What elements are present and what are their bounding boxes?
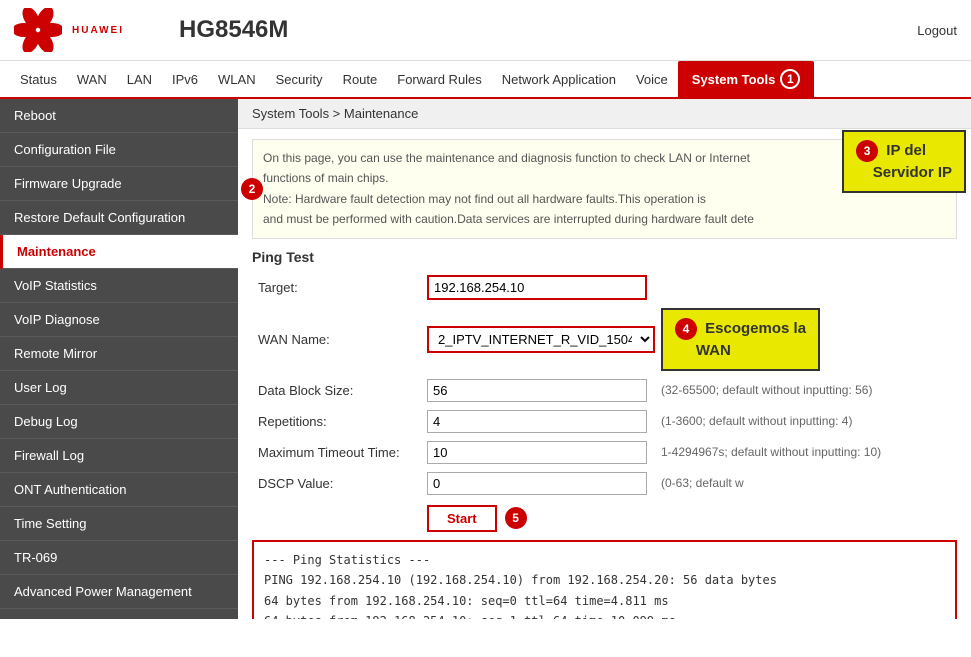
- target-label: Target:: [252, 271, 427, 304]
- data-block-input[interactable]: [427, 379, 647, 402]
- nav-item-wlan[interactable]: WLAN: [208, 64, 266, 95]
- notice-box: 2 On this page, you can use the maintena…: [252, 139, 957, 239]
- sidebar-item-voip-diagnose[interactable]: VoIP Diagnose: [0, 303, 238, 337]
- logo-area: HUAWEI: [14, 8, 169, 52]
- nav-item-security[interactable]: Security: [266, 64, 333, 95]
- wan-name-label: WAN Name:: [252, 304, 427, 375]
- data-block-hint: (32-65500; default without inputting: 56…: [655, 375, 887, 406]
- nav-item-lan[interactable]: LAN: [117, 64, 162, 95]
- timeout-hint: 1-4294967s; default without inputting: 1…: [655, 437, 887, 468]
- sidebar-item-time-setting[interactable]: Time Setting: [0, 507, 238, 541]
- sidebar-item-tr069[interactable]: TR-069: [0, 541, 238, 575]
- target-hint: [655, 271, 887, 304]
- timeout-input[interactable]: [427, 441, 647, 464]
- result-line-3: 64 bytes from 192.168.254.10: seq=0 ttl=…: [264, 591, 945, 611]
- sidebar-item-configuration-file[interactable]: Configuration File: [0, 133, 238, 167]
- ping-result-box: --- Ping Statistics --- PING 192.168.254…: [252, 540, 957, 619]
- nav-item-route[interactable]: Route: [333, 64, 388, 95]
- nav-item-status[interactable]: Status: [10, 64, 67, 95]
- sidebar-item-reboot[interactable]: Reboot: [0, 99, 238, 133]
- notice-line4: and must be performed with caution.Data …: [263, 209, 946, 229]
- repetitions-label: Repetitions:: [252, 406, 427, 437]
- badge-5: 5: [505, 507, 527, 529]
- sidebar-item-remote-mirror[interactable]: Remote Mirror: [0, 337, 238, 371]
- annotation-wan: 4 Escogemos la WAN: [661, 308, 820, 371]
- result-line-4: 64 bytes from 192.168.254.10: seq=1 ttl=…: [264, 611, 945, 619]
- sidebar-item-firmware-upgrade[interactable]: Firmware Upgrade: [0, 167, 238, 201]
- result-line-2: PING 192.168.254.10 (192.168.254.10) fro…: [264, 570, 945, 590]
- result-line-1: --- Ping Statistics ---: [264, 550, 945, 570]
- ping-test-section: Ping Test Target: WAN Name: 2_IPTV_INTER…: [252, 249, 957, 532]
- breadcrumb: System Tools > Maintenance: [238, 99, 971, 129]
- nav-item-wan[interactable]: WAN: [67, 64, 117, 95]
- dscp-hint: (0-63; default w: [655, 468, 887, 499]
- start-button[interactable]: Start: [427, 505, 497, 532]
- huawei-logo-icon: [14, 8, 62, 52]
- sidebar-item-voip-statistics[interactable]: VoIP Statistics: [0, 269, 238, 303]
- sidebar-item-modify-login[interactable]: Modify Login Password: [0, 609, 238, 619]
- annotation-ip: 3 IP del Servidor IP: [842, 130, 966, 193]
- sidebar-item-firewall-log[interactable]: Firewall Log: [0, 439, 238, 473]
- nav-item-forward-rules[interactable]: Forward Rules: [387, 64, 492, 95]
- ping-test-title: Ping Test: [252, 249, 957, 265]
- brand-name: HG8546M: [179, 16, 288, 44]
- target-input[interactable]: [427, 275, 647, 300]
- dscp-label: DSCP Value:: [252, 468, 427, 499]
- content-area: System Tools > Maintenance 2 On this pag…: [238, 99, 971, 619]
- nav-item-ipv6[interactable]: IPv6: [162, 64, 208, 95]
- logout-button[interactable]: Logout: [917, 23, 957, 38]
- sidebar-item-debug-log[interactable]: Debug Log: [0, 405, 238, 439]
- repetitions-hint: (1-3600; default without inputting: 4): [655, 406, 887, 437]
- sidebar-item-maintenance[interactable]: Maintenance: [0, 235, 238, 269]
- repetitions-input[interactable]: [427, 410, 647, 433]
- sidebar-item-advanced-power[interactable]: Advanced Power Management: [0, 575, 238, 609]
- badge-4: 4: [675, 318, 697, 340]
- main-nav: Status WAN LAN IPv6 WLAN Security Route …: [0, 61, 971, 99]
- sidebar-item-restore-default[interactable]: Restore Default Configuration: [0, 201, 238, 235]
- sidebar-item-user-log[interactable]: User Log: [0, 371, 238, 405]
- sidebar-item-ont-auth[interactable]: ONT Authentication: [0, 473, 238, 507]
- dscp-input[interactable]: [427, 472, 647, 495]
- sidebar: Reboot Configuration File Firmware Upgra…: [0, 99, 238, 619]
- nav-item-network-application[interactable]: Network Application: [492, 64, 626, 95]
- nav-badge-1: 1: [780, 69, 800, 89]
- nav-item-system-tools[interactable]: System Tools 1: [678, 61, 815, 97]
- nav-item-voice[interactable]: Voice: [626, 64, 678, 95]
- badge-2: 2: [241, 178, 263, 200]
- wan-name-select[interactable]: 2_IPTV_INTERNET_R_VID_1504 2_INTERNET_R_…: [427, 326, 655, 353]
- data-block-label: Data Block Size:: [252, 375, 427, 406]
- badge-3: 3: [856, 140, 878, 162]
- huawei-wordmark: HUAWEI: [72, 25, 124, 36]
- timeout-label: Maximum Timeout Time:: [252, 437, 427, 468]
